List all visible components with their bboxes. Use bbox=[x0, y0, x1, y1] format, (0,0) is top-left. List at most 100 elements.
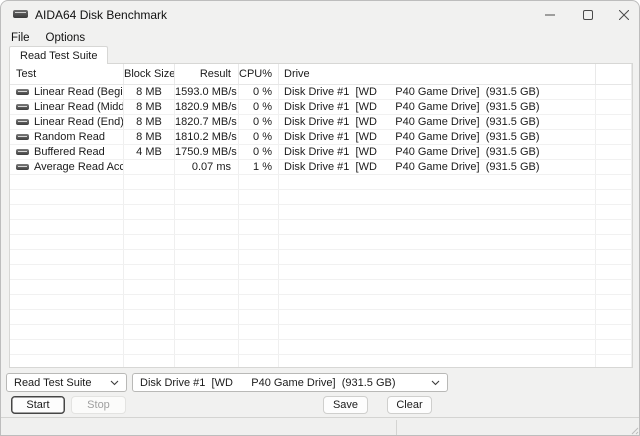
empty-cell bbox=[175, 220, 239, 234]
disk-drive-icon bbox=[16, 149, 29, 155]
empty-cell bbox=[175, 175, 239, 189]
empty-cell bbox=[279, 355, 596, 367]
minimize-button[interactable] bbox=[529, 1, 571, 29]
test-name: Linear Read (Middle) bbox=[34, 101, 124, 113]
empty-cell bbox=[596, 205, 632, 219]
empty-cell bbox=[124, 220, 175, 234]
tab-read-test-suite[interactable]: Read Test Suite bbox=[9, 46, 109, 64]
block-size-cell: 8 MB bbox=[124, 130, 175, 144]
minimize-icon bbox=[545, 14, 555, 16]
block-size-cell: 4 MB bbox=[124, 145, 175, 159]
window-title: AIDA64 Disk Benchmark bbox=[35, 8, 168, 22]
drive-cell: Disk Drive #1 [WD P40 Game Drive] (931.5… bbox=[279, 160, 596, 174]
cpu-cell: 0 % bbox=[239, 145, 279, 159]
column-header-drive[interactable]: Drive bbox=[279, 64, 596, 84]
table-row[interactable]: Average Read Access 0.07 ms1 %Disk Drive … bbox=[10, 160, 632, 175]
empty-cell bbox=[239, 295, 279, 309]
empty-cell bbox=[10, 175, 124, 189]
column-header-cpu[interactable]: CPU% bbox=[239, 64, 279, 84]
app-window: AIDA64 Disk Benchmark File Options Read … bbox=[0, 0, 640, 436]
test-name: Random Read bbox=[34, 131, 105, 143]
column-header-result[interactable]: Result bbox=[175, 64, 239, 84]
empty-cell bbox=[279, 265, 596, 279]
result-cell: 1820.9 MB/s bbox=[175, 100, 239, 114]
table-row[interactable]: Linear Read (Middle)8 MB1820.9 MB/s0 %Di… bbox=[10, 100, 632, 115]
empty-table-row bbox=[10, 205, 632, 220]
empty-cell bbox=[175, 355, 239, 367]
table-body: Linear Read (Begin) 8 MB 1593.0 MB/s 0 % Dis… bbox=[10, 85, 632, 367]
empty-cell bbox=[596, 340, 632, 354]
empty-cell bbox=[175, 310, 239, 324]
start-button[interactable]: Start bbox=[11, 396, 65, 414]
empty-cell bbox=[596, 175, 632, 189]
empty-cell bbox=[175, 340, 239, 354]
empty-cell bbox=[279, 310, 596, 324]
test-cell: Linear Read (Begin) bbox=[10, 85, 124, 99]
empty-cell bbox=[279, 220, 596, 234]
chevron-down-icon bbox=[110, 380, 119, 386]
result-cell: 1810.2 MB/s bbox=[175, 130, 239, 144]
empty-table-row bbox=[10, 280, 632, 295]
result-cell: 1750.9 MB/s bbox=[175, 145, 239, 159]
empty-cell bbox=[596, 190, 632, 204]
close-button[interactable] bbox=[603, 1, 639, 29]
result-cell: 1593.0 MB/s bbox=[175, 85, 239, 99]
spacer-cell bbox=[596, 100, 632, 114]
empty-table-row bbox=[10, 250, 632, 265]
stop-button[interactable]: Stop bbox=[71, 396, 126, 414]
empty-table-row bbox=[10, 340, 632, 355]
maximize-icon bbox=[583, 10, 593, 20]
empty-cell bbox=[596, 295, 632, 309]
status-bar bbox=[1, 417, 639, 435]
empty-cell bbox=[124, 265, 175, 279]
empty-cell bbox=[239, 250, 279, 264]
empty-cell bbox=[279, 280, 596, 294]
drive-cell: Disk Drive #1 [WD P40 Game Drive] (931.5… bbox=[279, 85, 596, 99]
empty-cell bbox=[10, 235, 124, 249]
table-row[interactable]: Linear Read (End) 8 MB 1820.7 MB/s 0 % Disk … bbox=[10, 115, 632, 130]
test-suite-dropdown-value: Read Test Suite bbox=[14, 376, 92, 389]
spacer-cell bbox=[596, 85, 632, 99]
disk-drive-icon bbox=[16, 89, 29, 95]
empty-cell bbox=[239, 220, 279, 234]
resize-grip-icon[interactable] bbox=[629, 425, 639, 435]
save-button[interactable]: Save bbox=[323, 396, 368, 414]
clear-button[interactable]: Clear bbox=[387, 396, 432, 414]
disk-drive-icon bbox=[16, 164, 29, 170]
test-cell: Average Read Access bbox=[10, 160, 124, 174]
disk-drive-icon bbox=[16, 134, 29, 140]
empty-cell bbox=[124, 340, 175, 354]
empty-table-row bbox=[10, 310, 632, 325]
empty-cell bbox=[239, 175, 279, 189]
menu-options[interactable]: Options bbox=[44, 31, 88, 45]
empty-cell bbox=[10, 265, 124, 279]
menu-file[interactable]: File bbox=[9, 31, 32, 45]
drive-cell: Disk Drive #1 [WD P40 Game Drive] (931.5… bbox=[279, 100, 596, 114]
cpu-cell: 0 % bbox=[239, 130, 279, 144]
test-suite-dropdown[interactable]: Read Test Suite bbox=[6, 373, 127, 392]
test-name: Average Read Access bbox=[34, 161, 124, 173]
test-name: Linear Read (End) bbox=[34, 116, 124, 128]
test-cell: Linear Read (Middle) bbox=[10, 100, 124, 114]
table-row[interactable]: Random Read 8 MB 1810.2 MB/s 0 % Disk Drive … bbox=[10, 130, 632, 145]
empty-cell bbox=[10, 295, 124, 309]
empty-cell bbox=[239, 235, 279, 249]
empty-cell bbox=[10, 355, 124, 367]
column-header-block-size[interactable]: Block Size bbox=[124, 64, 175, 84]
column-header-test[interactable]: Test bbox=[10, 64, 124, 84]
empty-cell bbox=[124, 325, 175, 339]
empty-cell bbox=[175, 280, 239, 294]
drive-dropdown[interactable]: Disk Drive #1 [WD P40 Game Drive] (931.5… bbox=[132, 373, 448, 392]
table-row[interactable]: Buffered Read 4 MB 1750.9 MB/s 0 % Disk Driv… bbox=[10, 145, 632, 160]
empty-cell bbox=[10, 310, 124, 324]
table-row[interactable]: Linear Read (Begin) 8 MB 1593.0 MB/s 0 % Dis… bbox=[10, 85, 632, 100]
drive-cell: Disk Drive #1 [WD P40 Game Drive] (931.5… bbox=[279, 130, 596, 144]
empty-cell bbox=[596, 280, 632, 294]
empty-cell bbox=[10, 250, 124, 264]
result-cell: 0.07 ms bbox=[175, 160, 239, 174]
title-bar[interactable]: AIDA64 Disk Benchmark bbox=[1, 1, 639, 29]
disk-drive-icon bbox=[16, 104, 29, 110]
cpu-cell: 0 % bbox=[239, 100, 279, 114]
empty-cell bbox=[124, 310, 175, 324]
chevron-down-icon bbox=[431, 380, 440, 386]
